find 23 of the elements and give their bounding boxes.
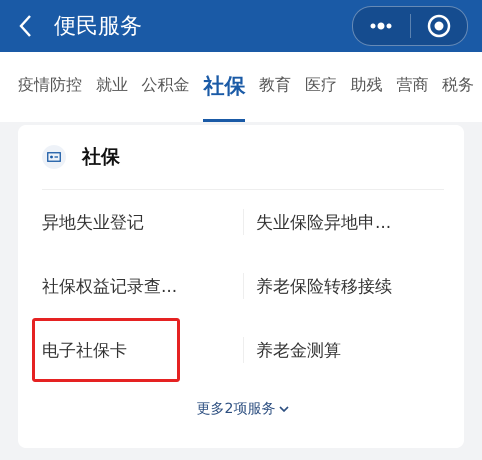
window-title: 便民服务 [54, 13, 143, 41]
category-tab[interactable]: 疫情防控 [18, 52, 82, 122]
service-item[interactable]: 养老保险转移接续 [256, 274, 392, 298]
category-tab[interactable]: 税务 [442, 52, 474, 122]
category-tab[interactable]: 公积金 [142, 52, 190, 122]
category-tab[interactable]: 助残 [350, 52, 382, 122]
category-tab[interactable]: 就业 [96, 52, 128, 122]
more-icon [369, 22, 394, 30]
service-item[interactable]: 养老金测算 [256, 338, 341, 362]
service-item[interactable]: 电子社保卡 [42, 338, 127, 362]
category-tab[interactable]: 营商 [396, 52, 428, 122]
service-item[interactable]: 异地失业登记 [42, 210, 144, 234]
service-item[interactable]: 社保权益记录查... [42, 274, 178, 298]
category-tab[interactable]: 社保 [203, 52, 246, 122]
back-icon[interactable] [18, 14, 32, 38]
card-title: 社保 [82, 145, 120, 170]
chevron-down-icon [279, 406, 290, 412]
target-icon [426, 14, 451, 38]
category-tab[interactable]: 教育 [259, 52, 291, 122]
category-tab[interactable]: 医疗 [304, 52, 337, 122]
service-item[interactable]: 失业保险异地申... [256, 210, 392, 234]
id-card-icon [42, 145, 66, 169]
more-services-link[interactable]: 更多2项服务 [192, 396, 294, 422]
